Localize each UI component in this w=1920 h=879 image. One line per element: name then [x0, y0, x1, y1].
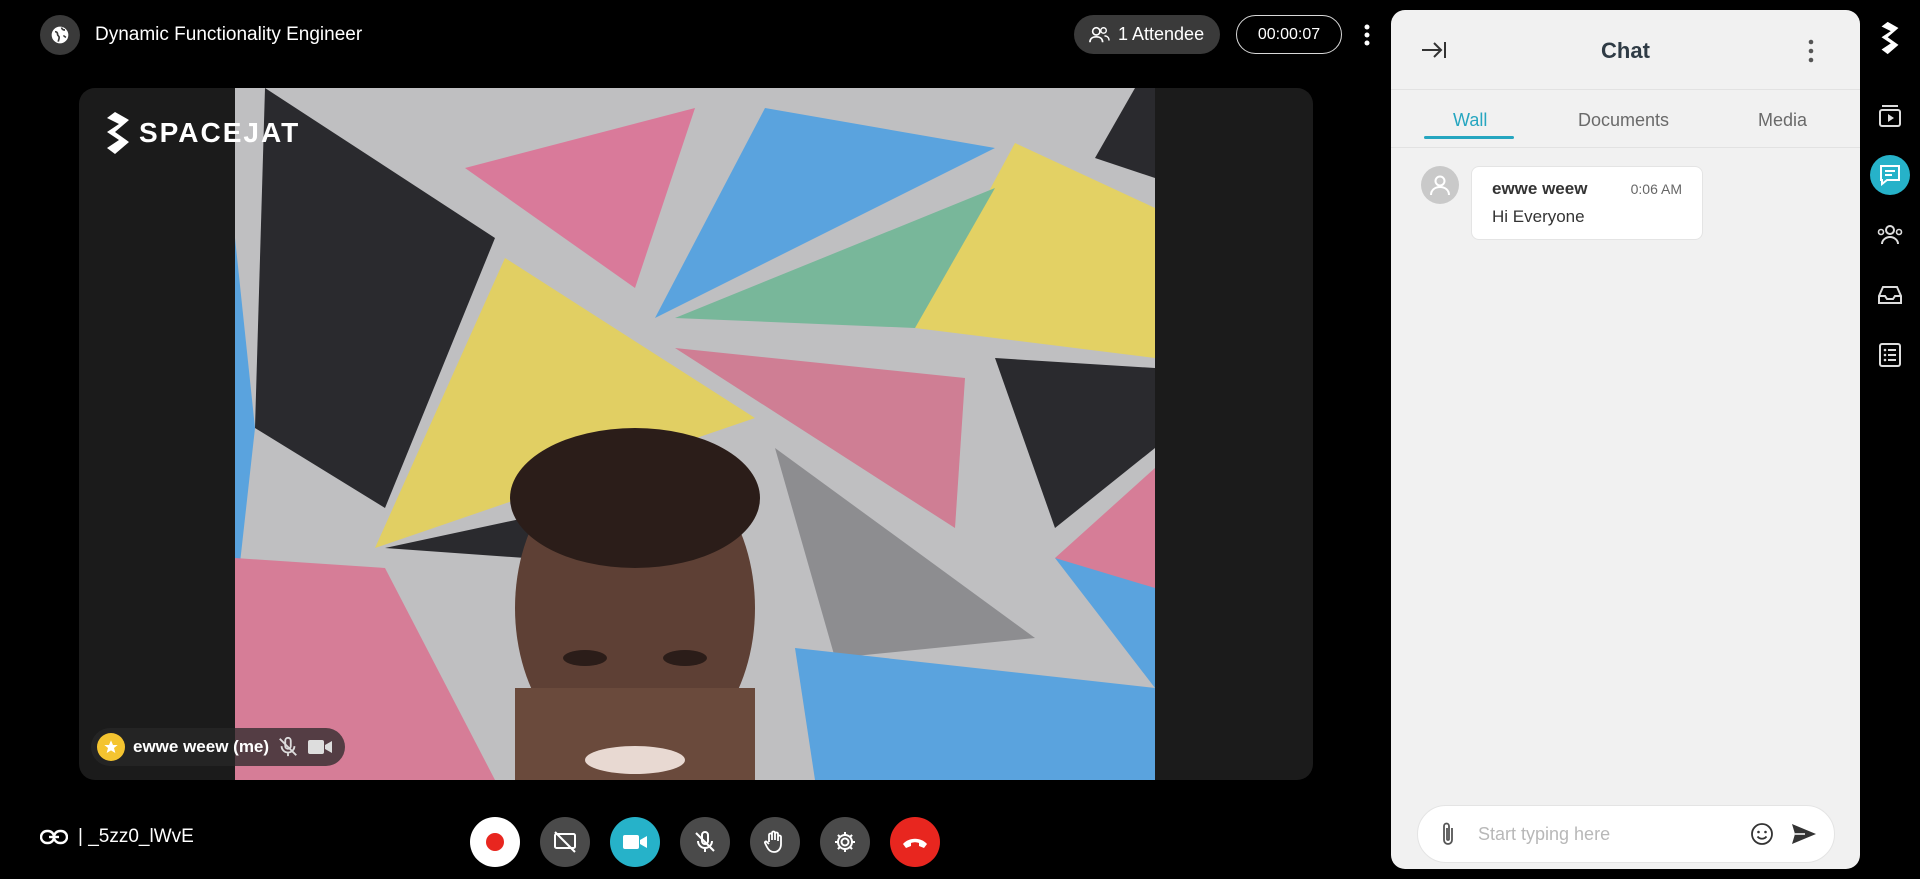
message-input[interactable]: [1478, 823, 1746, 845]
active-tab-indicator: [1424, 136, 1514, 139]
chat-icon[interactable]: [1870, 155, 1910, 195]
video-camera-icon: [623, 835, 647, 849]
emoji-icon[interactable]: [1746, 818, 1778, 850]
message-bubble: ewwe weew 0:06 AM Hi Everyone: [1471, 166, 1703, 240]
participant-name: ewwe weew (me): [133, 737, 270, 756]
message-time: 0:06 AM: [1630, 181, 1682, 197]
video-camera-icon: [308, 740, 333, 754]
spacejat-logo-icon[interactable]: [1870, 18, 1910, 58]
participant-name-chip: ewwe weew (me): [91, 728, 346, 766]
side-rail: [1860, 0, 1920, 879]
more-options-icon[interactable]: [1356, 20, 1378, 50]
mic-toggle-button[interactable]: [680, 817, 730, 867]
chat-panel: Chat Wall Documents Media ewwe weew 0:06…: [1391, 10, 1860, 869]
chat-header: Chat: [1391, 10, 1860, 90]
people-icon: [1089, 26, 1110, 42]
avatar: [1421, 166, 1459, 204]
chat-more-options-icon[interactable]: [1801, 36, 1821, 66]
message-composer: [1417, 805, 1835, 863]
chat-tabs: Wall Documents Media: [1391, 90, 1860, 148]
attendee-button[interactable]: 1 Attendee: [1074, 15, 1221, 54]
screen-share-off-icon: [554, 831, 576, 853]
chat-message: ewwe weew 0:06 AM Hi Everyone: [1421, 166, 1703, 240]
end-call-button[interactable]: [890, 817, 940, 867]
link-icon: [40, 829, 68, 845]
top-bar: Dynamic Functionality Engineer 1 Attende…: [0, 0, 1390, 70]
settings-button[interactable]: [820, 817, 870, 867]
call-controls: [470, 817, 940, 867]
mic-off-icon: [695, 831, 715, 852]
meeting-app: Dynamic Functionality Engineer 1 Attende…: [0, 0, 1920, 879]
tab-media[interactable]: Media: [1758, 110, 1807, 131]
tab-wall[interactable]: Wall: [1453, 110, 1487, 131]
spacejat-logo: SPACEJAT: [105, 112, 300, 154]
gear-icon: [835, 832, 855, 852]
raise-hand-button[interactable]: [750, 817, 800, 867]
send-icon[interactable]: [1788, 818, 1820, 850]
video-frame: [235, 88, 1155, 780]
meeting-link[interactable]: | _5zz0_lWvE: [40, 826, 194, 848]
people-icon[interactable]: [1870, 215, 1910, 255]
camera-toggle-button[interactable]: [610, 817, 660, 867]
logo-text: SPACEJAT: [139, 117, 301, 148]
video-stage: SPACEJAT ewwe weew (me): [79, 88, 1313, 780]
host-star-icon: [97, 733, 125, 761]
spacejat-logo-icon: [107, 112, 129, 154]
call-timer: 00:00:07: [1236, 15, 1342, 54]
message-text: Hi Everyone: [1492, 207, 1585, 226]
mic-off-icon: [279, 736, 297, 757]
play-icon[interactable]: [1870, 96, 1910, 136]
tab-documents[interactable]: Documents: [1578, 110, 1669, 131]
chat-title: Chat: [1601, 38, 1650, 63]
list-icon[interactable]: [1870, 335, 1910, 375]
meeting-code: | _5zz0_lWvE: [78, 826, 194, 847]
record-icon: [486, 833, 504, 851]
user-icon: [1430, 175, 1450, 196]
hand-icon: [764, 830, 782, 853]
message-author: ewwe weew: [1492, 179, 1588, 198]
attendee-count: 1 Attendee: [1118, 24, 1205, 44]
participant-video: [235, 88, 1155, 780]
globe-icon[interactable]: [40, 15, 80, 55]
screen-share-off-button[interactable]: [540, 817, 590, 867]
attach-icon[interactable]: [1432, 818, 1464, 850]
phone-hangup-icon: [903, 838, 927, 848]
inbox-icon[interactable]: [1870, 275, 1910, 315]
meeting-title: Dynamic Functionality Engineer: [95, 24, 363, 45]
record-button[interactable]: [470, 817, 520, 867]
